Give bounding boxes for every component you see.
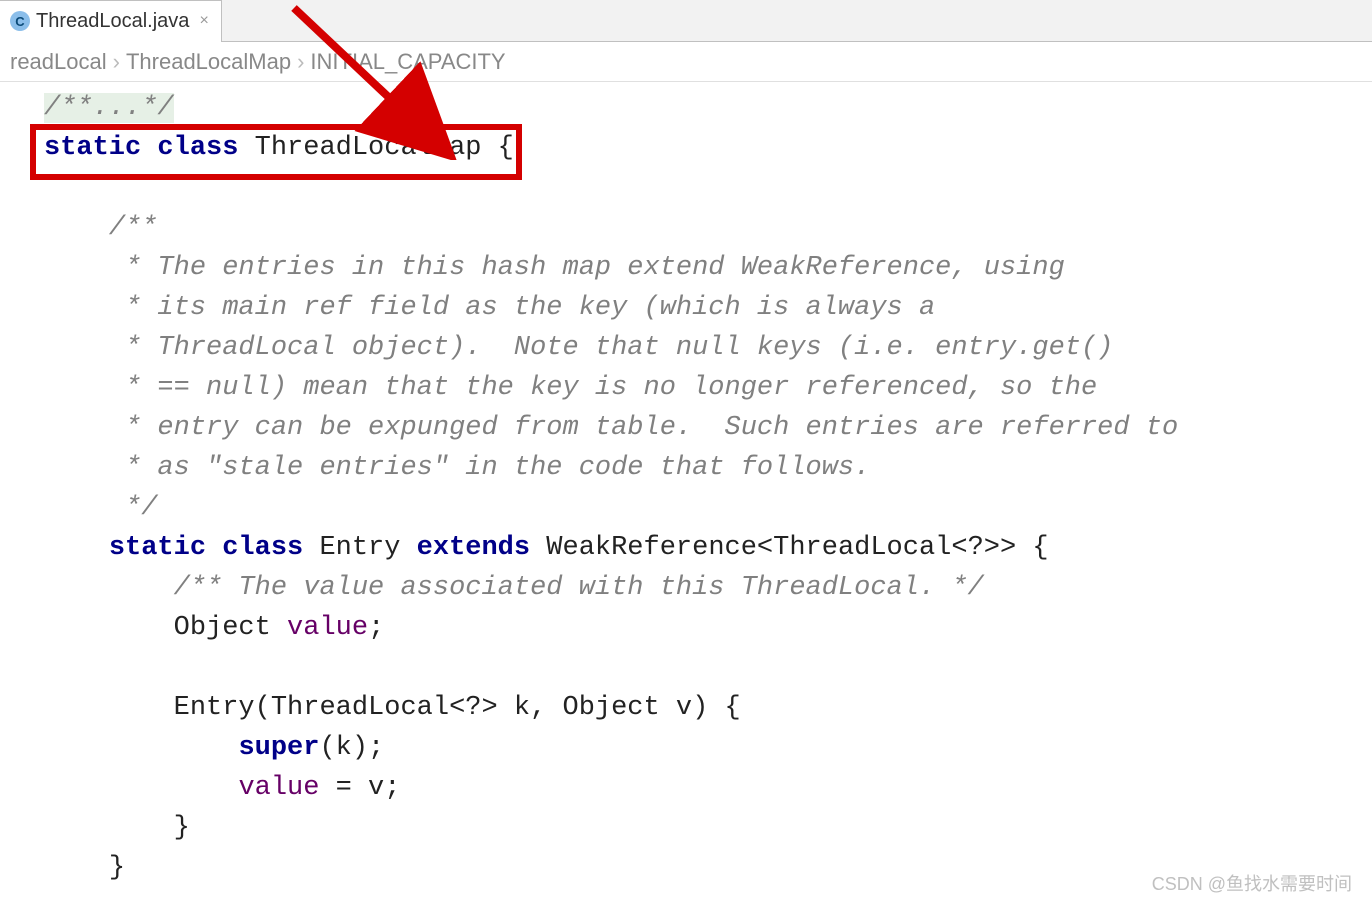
breadcrumb-item[interactable]: ThreadLocalMap	[126, 49, 291, 75]
code-editor[interactable]: /**...*/ static class ThreadLocalMap { /…	[0, 82, 1372, 888]
close-icon[interactable]: ×	[199, 12, 208, 30]
java-class-icon: C	[10, 11, 30, 31]
breadcrumb-item[interactable]: INITIAL_CAPACITY	[310, 49, 505, 75]
file-tab[interactable]: C ThreadLocal.java ×	[0, 0, 222, 42]
chevron-right-icon: ›	[297, 49, 304, 75]
chevron-right-icon: ›	[113, 49, 120, 75]
tab-label: ThreadLocal.java	[36, 10, 189, 33]
watermark: CSDN @鱼找水需要时间	[1152, 870, 1352, 896]
breadcrumb: readLocal › ThreadLocalMap › INITIAL_CAP…	[0, 42, 1372, 82]
breadcrumb-item[interactable]: readLocal	[10, 49, 107, 75]
code-content: /**...*/ static class ThreadLocalMap { /…	[0, 88, 1372, 888]
tab-bar: C ThreadLocal.java ×	[0, 0, 1372, 42]
